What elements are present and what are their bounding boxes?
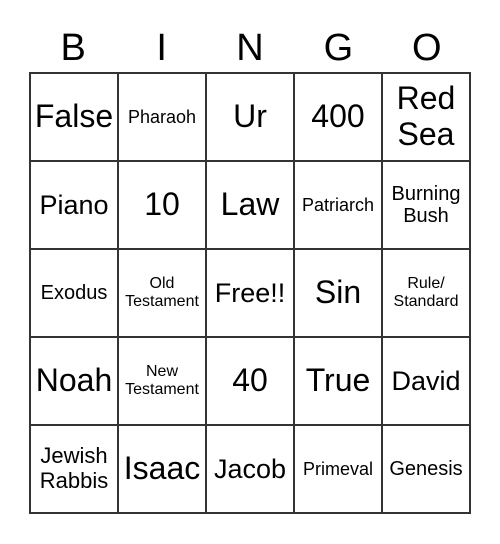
header-letter-n: N (236, 27, 264, 69)
bingo-cell[interactable]: Old Testament (118, 249, 206, 337)
header-letter-i: I (156, 27, 167, 69)
free-space-cell[interactable]: Free!! (206, 249, 294, 337)
header-letter-b: B (60, 27, 86, 69)
bingo-cell[interactable]: Noah (30, 337, 118, 425)
bingo-cell[interactable]: Burning Bush (382, 161, 470, 249)
bingo-cell[interactable]: Jewish Rabbis (30, 425, 118, 513)
bingo-cell[interactable]: Piano (30, 161, 118, 249)
bingo-cell[interactable]: Isaac (118, 425, 206, 513)
bingo-cell[interactable]: David (382, 337, 470, 425)
bingo-cell[interactable]: Rule/ Standard (382, 249, 470, 337)
bingo-cell[interactable]: 40 (206, 337, 294, 425)
header-letter-o: O (412, 27, 442, 69)
bingo-cell[interactable]: 400 (294, 73, 382, 161)
bingo-cell[interactable]: Primeval (294, 425, 382, 513)
bingo-cell[interactable]: Sin (294, 249, 382, 337)
bingo-cell[interactable]: Pharaoh (118, 73, 206, 161)
bingo-cell[interactable]: True (294, 337, 382, 425)
bingo-cell[interactable]: Patriarch (294, 161, 382, 249)
bingo-cell[interactable]: False (30, 73, 118, 161)
bingo-cell[interactable]: Exodus (30, 249, 118, 337)
bingo-cell[interactable]: 10 (118, 161, 206, 249)
bingo-cell[interactable]: New Testament (118, 337, 206, 425)
bingo-cell[interactable]: Ur (206, 73, 294, 161)
bingo-grid: False Pharaoh Ur 400 Red Sea Piano 10 La… (29, 72, 471, 514)
bingo-cell[interactable]: Genesis (382, 425, 470, 513)
bingo-cell[interactable]: Jacob (206, 425, 294, 513)
bingo-cell[interactable]: Red Sea (382, 73, 470, 161)
header-letter-g: G (323, 27, 354, 69)
bingo-cell[interactable]: Law (206, 161, 294, 249)
bingo-header: B I N G O (29, 26, 471, 70)
